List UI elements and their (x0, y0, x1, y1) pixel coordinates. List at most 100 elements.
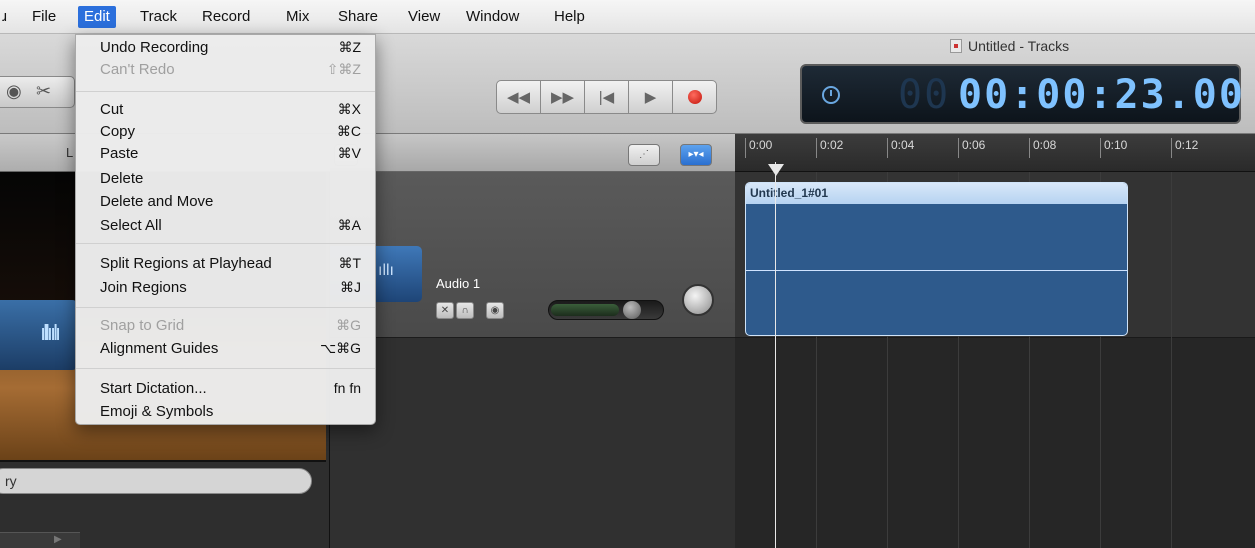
menu-bar: ɹ File Edit Track Record Mix Share View … (0, 0, 1255, 34)
menu-item-shortcut: ⌘A (337, 217, 361, 233)
menu-item-alignment-guides[interactable]: Alignment Guides ⌥⌘G (76, 338, 375, 360)
track-header-audio-1[interactable]: Audio 1 ✕ ∩ ◉ (330, 172, 735, 338)
apple-menu-partial[interactable]: ɹ (0, 6, 13, 28)
menu-item-shortcut: ⌥⌘G (319, 340, 361, 356)
menu-item-start-dictation[interactable]: Start Dictation... fn fn (76, 378, 375, 400)
region-title: Untitled_1#01 (746, 183, 1127, 204)
library-header-label: L (66, 145, 74, 160)
menu-view[interactable]: View (402, 6, 446, 28)
menu-item-join-regions[interactable]: Join Regions ⌘J (76, 277, 375, 299)
flex-time-button[interactable]: ▸▾◂ (680, 144, 712, 166)
menu-item-split-regions[interactable]: Split Regions at Playhead ⌘T (76, 253, 375, 275)
menu-item-shortcut: ⌘J (340, 279, 361, 295)
clock-icon (822, 86, 840, 104)
menu-item-paste[interactable]: Paste ⌘V (76, 143, 375, 165)
lcd-time: 00:00:23.00 (958, 72, 1245, 118)
menu-item-label: Copy (100, 123, 136, 140)
menu-edit[interactable]: Edit (78, 6, 116, 28)
menu-item-undo-recording[interactable]: Undo Recording ⌘Z (76, 37, 375, 59)
menu-window[interactable]: Window (460, 6, 525, 28)
menu-item-shortcut: ⇧⌘Z (326, 61, 361, 77)
library-search-field[interactable]: ry (0, 468, 312, 494)
ruler-tick: 0:10 (1100, 138, 1127, 158)
rewind-icon: ◀◀ (506, 89, 531, 106)
window-title: Untitled - Tracks (950, 38, 1069, 54)
menu-item-label: Emoji & Symbols (100, 403, 214, 420)
document-icon (950, 39, 962, 53)
menu-item-delete[interactable]: Delete (76, 168, 375, 190)
play-icon: ▶ (644, 89, 657, 106)
automation-button[interactable]: ⋰ (628, 144, 660, 166)
lcd-dim-digits: 00 (898, 72, 951, 118)
fast-forward-icon: ▶▶ (550, 89, 575, 106)
tracks-header-bar: ⋰ ▸▾◂ (330, 134, 735, 172)
menu-item-label: Paste (100, 145, 139, 162)
edit-menu-dropdown: Undo Recording ⌘Z Can't Redo ⇧⌘Z Cut ⌘X … (75, 34, 376, 425)
ruler-tick: 0:06 (958, 138, 985, 158)
mute-button[interactable]: ✕ (436, 302, 454, 319)
menu-item-shortcut: ⌘C (336, 123, 361, 139)
timeline-area[interactable]: 0:00 0:02 0:04 0:06 0:08 0:10 0:12 Untit… (735, 134, 1255, 548)
scissors-icon[interactable]: ✂ (36, 81, 51, 102)
menu-separator (76, 307, 375, 308)
menu-item-shortcut: ⌘X (337, 101, 361, 117)
menu-item-shortcut: ⌘V (337, 145, 361, 161)
lcd-display[interactable]: 00 00:00:23.00 (800, 64, 1243, 124)
ruler-tick: 0:02 (816, 138, 843, 158)
timeline-ruler[interactable]: 0:00 0:02 0:04 0:06 0:08 0:10 0:12 (735, 134, 1255, 172)
menu-item-label: Can't Redo (100, 61, 175, 78)
menu-item-shortcut: ⌘T (338, 255, 361, 271)
menu-separator (76, 91, 375, 92)
menu-item-copy[interactable]: Copy ⌘C (76, 121, 375, 143)
region-waveform (746, 270, 1127, 271)
ruler-tick: 0:12 (1171, 138, 1198, 158)
menu-separator (76, 368, 375, 369)
record-button[interactable] (672, 80, 717, 114)
volume-fill (551, 304, 619, 316)
audio-region[interactable]: Untitled_1#01 (745, 182, 1128, 336)
smart-controls-icon[interactable]: ◉ (6, 81, 22, 102)
menu-help[interactable]: Help (548, 6, 591, 28)
menu-item-label: Start Dictation... (100, 380, 207, 397)
playhead-handle[interactable] (768, 164, 784, 176)
menu-item-delete-and-move[interactable]: Delete and Move (76, 191, 375, 213)
menu-item-emoji-symbols[interactable]: Emoji & Symbols (76, 401, 375, 423)
track-headers-area: ⋰ ▸▾◂ Audio 1 ✕ ∩ ◉ (330, 134, 735, 548)
menu-item-label: Split Regions at Playhead (100, 255, 272, 272)
play-button[interactable]: ▶ (628, 80, 673, 114)
menu-mix[interactable]: Mix (280, 6, 315, 28)
menu-track[interactable]: Track (134, 6, 183, 28)
menu-item-label: Alignment Guides (100, 340, 219, 357)
ruler-tick: 0:00 (745, 138, 772, 158)
volume-knob[interactable] (623, 301, 641, 319)
fast-forward-button[interactable]: ▶▶ (540, 80, 585, 114)
go-to-beginning-button[interactable]: |◀ (584, 80, 629, 114)
input-monitor-button[interactable]: ◉ (486, 302, 504, 319)
headphones-icon: ∩ (461, 305, 469, 316)
solo-button[interactable]: ∩ (456, 302, 474, 319)
go-to-beginning-icon: |◀ (598, 89, 615, 106)
menu-item-label: Delete and Move (100, 193, 214, 210)
menu-item-label: Snap to Grid (100, 317, 185, 334)
pan-knob[interactable] (682, 284, 714, 316)
ruler-tick: 0:04 (887, 138, 914, 158)
disclosure-triangle-icon[interactable]: ▶ (54, 534, 62, 545)
menu-item-snap-to-grid: Snap to Grid ⌘G (76, 315, 375, 337)
library-search-text: ry (5, 473, 17, 489)
menu-item-cant-redo: Can't Redo ⇧⌘Z (76, 59, 375, 81)
rewind-button[interactable]: ◀◀ (496, 80, 541, 114)
menu-item-label: Cut (100, 101, 124, 118)
menu-item-select-all[interactable]: Select All ⌘A (76, 215, 375, 237)
playhead-line[interactable] (775, 162, 776, 548)
track-name: Audio 1 (436, 276, 481, 291)
menu-item-label: Undo Recording (100, 39, 209, 56)
menu-share[interactable]: Share (332, 6, 384, 28)
menu-item-cut[interactable]: Cut ⌘X (76, 99, 375, 121)
toolbar-left-buttons[interactable]: ◉ ✂ (0, 76, 75, 108)
menu-item-shortcut: ⌘G (336, 317, 361, 333)
window-title-text: Untitled - Tracks (968, 38, 1070, 54)
menu-file[interactable]: File (26, 6, 62, 28)
volume-slider[interactable] (548, 300, 664, 320)
menu-record[interactable]: Record (196, 6, 256, 28)
ruler-tick: 0:08 (1029, 138, 1056, 158)
